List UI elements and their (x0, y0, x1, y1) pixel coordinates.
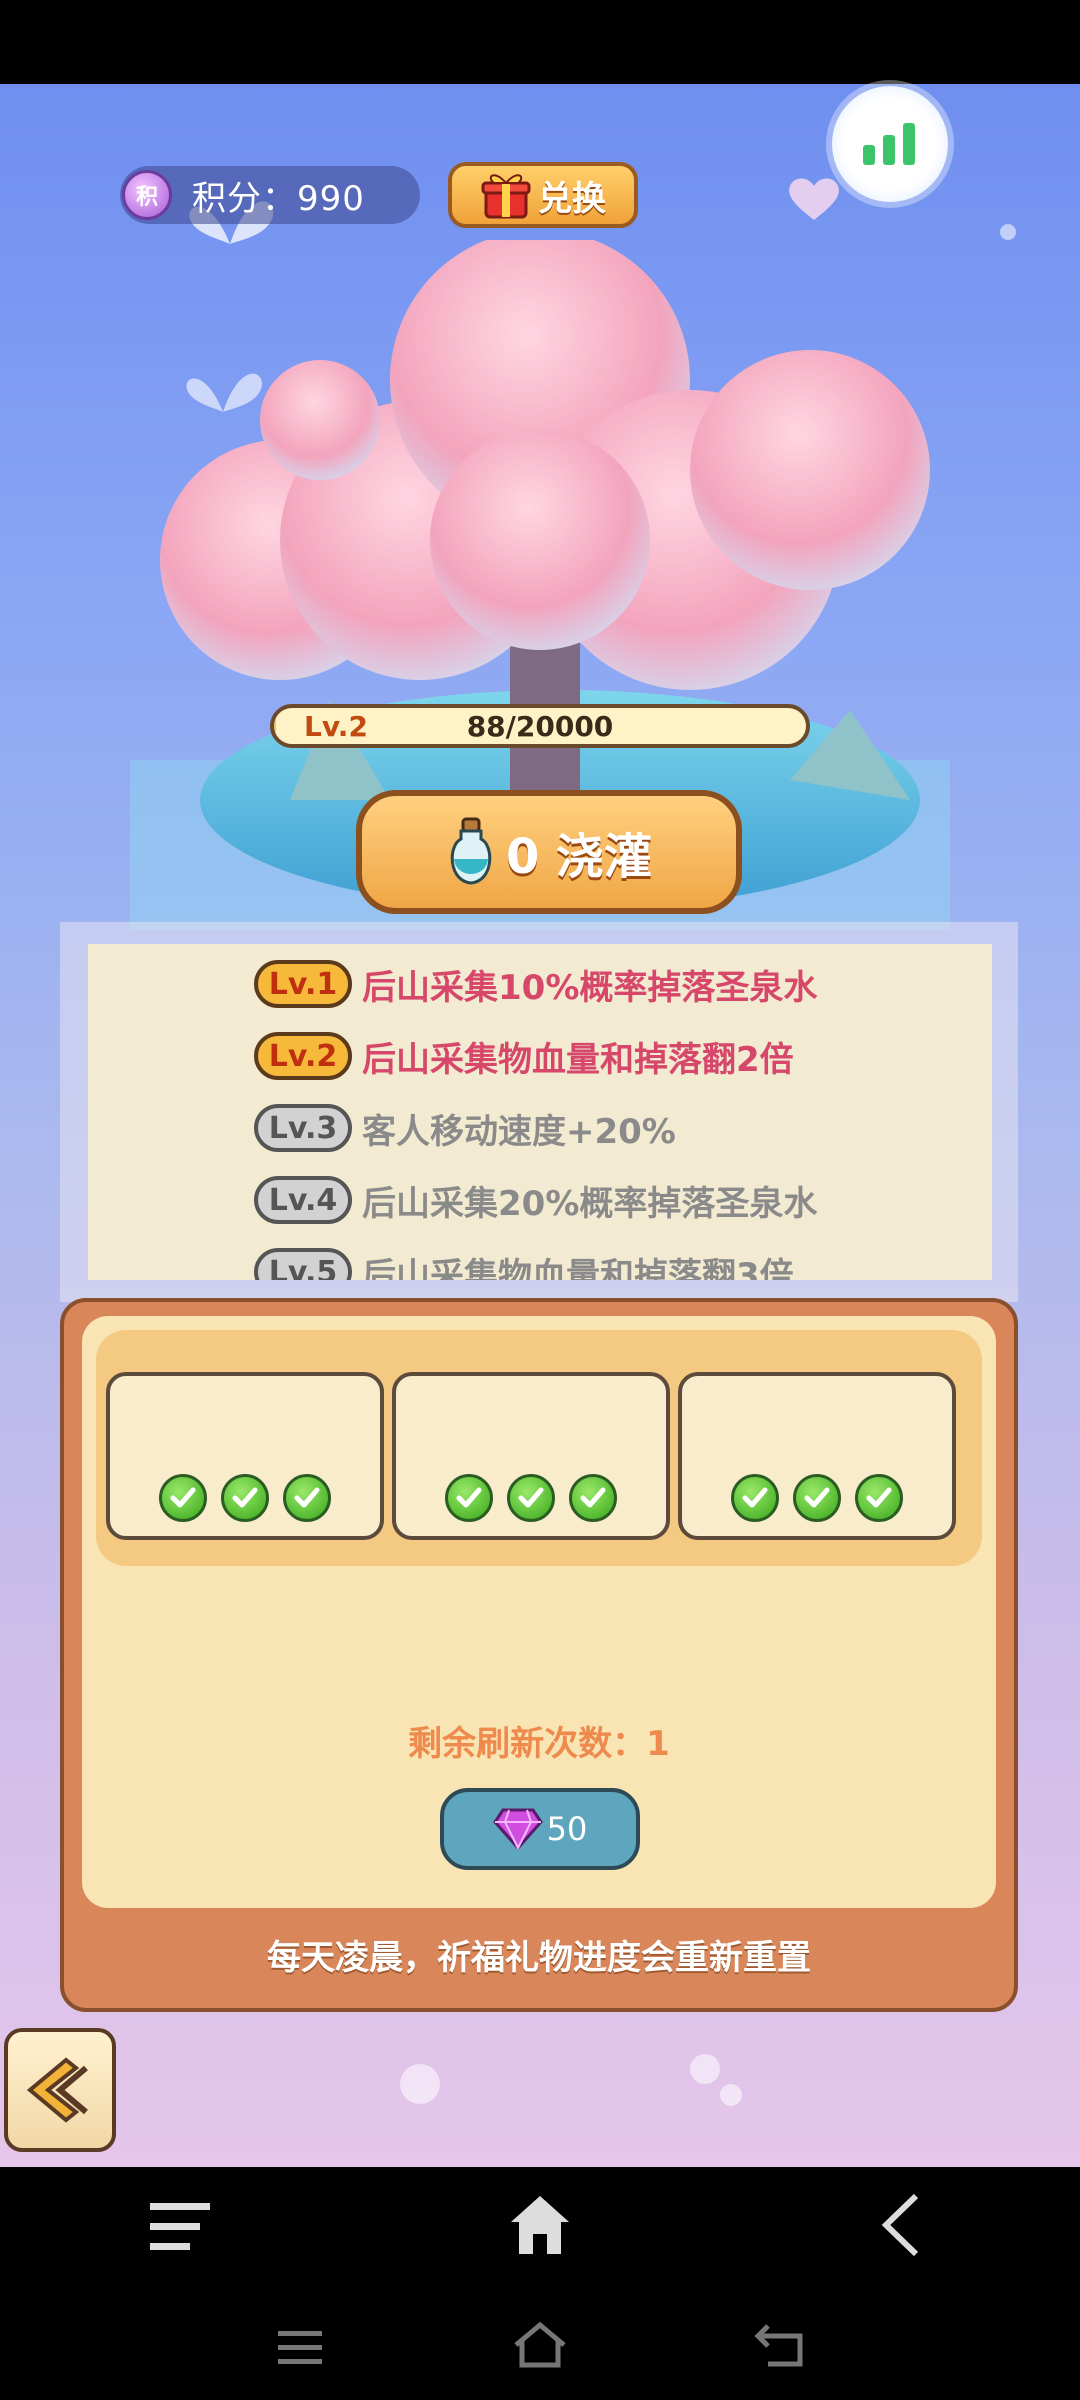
list-item: Lv.4 后山采集20%概率掉落圣泉水 (254, 1174, 817, 1226)
level-badge: Lv.3 (254, 1104, 352, 1152)
refresh-count-text: 剩余刷新次数：1 (408, 1724, 670, 1764)
gem-icon (492, 1808, 543, 1850)
level-description: 后山采集物血量和掉落翻3倍 (362, 1255, 794, 1281)
menu-icon (278, 2331, 322, 2364)
check-icon (731, 1474, 779, 1522)
check-icon (569, 1474, 617, 1522)
sparkle (400, 2064, 440, 2104)
level-badge: Lv.1 (254, 960, 352, 1008)
water-button[interactable]: 0 浇灌 (356, 790, 742, 914)
list-item: Lv.1 后山采集10%概率掉落圣泉水 (254, 958, 817, 1010)
slot-checks (396, 1474, 666, 1522)
blessing-card-inner: 剩余刷新次数：1 50 (82, 1316, 996, 1908)
nav-menu-button[interactable] (140, 2187, 220, 2267)
tree-level-bar: Lv.2 88/20000 (270, 704, 810, 748)
slot-checks (110, 1474, 380, 1522)
home-icon (514, 2321, 566, 2368)
level-list[interactable]: Lv.1 后山采集10%概率掉落圣泉水 Lv.2 后山采集物血量和掉落翻2倍 L… (88, 944, 992, 1280)
nav-home-button[interactable] (500, 2185, 580, 2265)
check-icon (507, 1474, 555, 1522)
check-icon (283, 1474, 331, 1522)
list-item: Lv.3 客人移动速度+20% (254, 1102, 676, 1154)
status-bar (0, 0, 1080, 84)
stats-button[interactable] (832, 86, 948, 202)
home-icon (511, 2196, 569, 2254)
level-description: 后山采集物血量和掉落翻2倍 (362, 1039, 794, 1080)
sparkle (690, 2054, 720, 2084)
tree-level-progress: 88/20000 (466, 710, 614, 743)
gem-cost: 50 (546, 1810, 588, 1848)
back-arrow-icon (26, 2057, 88, 2123)
score-badge-icon: 积 (122, 170, 172, 220)
check-icon (159, 1474, 207, 1522)
gift-slot[interactable] (392, 1372, 670, 1540)
nav-menu-button-secondary[interactable] (270, 2317, 330, 2377)
gift-icon (481, 174, 531, 219)
bar-chart-icon (863, 123, 915, 165)
score-text: 积分：990 (192, 178, 365, 219)
list-item: Lv.2 后山采集物血量和掉落翻2倍 (254, 1030, 794, 1082)
blessing-card: 剩余刷新次数：1 50 每天凌晨，祈福礼物进度会重新重置 (60, 1298, 1018, 2012)
check-icon (445, 1474, 493, 1522)
nav-home-button-secondary[interactable] (510, 2315, 570, 2375)
gift-slot-band (96, 1330, 982, 1566)
level-description: 后山采集10%概率掉落圣泉水 (362, 967, 818, 1008)
nav-back-button[interactable] (860, 2185, 940, 2265)
sparkle (1000, 224, 1016, 240)
score-display: 积 积分：990 (120, 166, 420, 224)
system-navigation (0, 2167, 1080, 2400)
level-badge: Lv.4 (254, 1176, 352, 1224)
exchange-label: 兑换 (538, 178, 606, 219)
list-item: Lv.5 后山采集物血量和掉落翻3倍 (254, 1246, 794, 1280)
check-icon (793, 1474, 841, 1522)
water-label: 0 浇灌 (505, 829, 653, 885)
return-icon (754, 2324, 803, 2367)
back-icon (881, 2193, 919, 2257)
water-potion-icon (450, 817, 492, 885)
back-button[interactable] (4, 2028, 116, 2152)
heart-icon (789, 178, 839, 220)
slot-checks (682, 1474, 952, 1522)
gift-slot[interactable] (678, 1372, 956, 1540)
gem-refresh-button[interactable]: 50 (440, 1788, 640, 1870)
check-icon (855, 1474, 903, 1522)
level-description: 客人移动速度+20% (362, 1111, 676, 1152)
nav-return-button-secondary[interactable] (750, 2315, 810, 2375)
level-description: 后山采集20%概率掉落圣泉水 (362, 1183, 818, 1224)
menu-icon (150, 2203, 210, 2250)
sparkle (720, 2084, 742, 2106)
exchange-button[interactable]: 兑换 (448, 162, 638, 228)
gift-slot[interactable] (106, 1372, 384, 1540)
level-badge: Lv.2 (254, 1032, 352, 1080)
reset-note: 每天凌晨，祈福礼物进度会重新重置 (267, 1938, 811, 1978)
level-badge: Lv.5 (254, 1248, 352, 1280)
check-icon (221, 1474, 269, 1522)
